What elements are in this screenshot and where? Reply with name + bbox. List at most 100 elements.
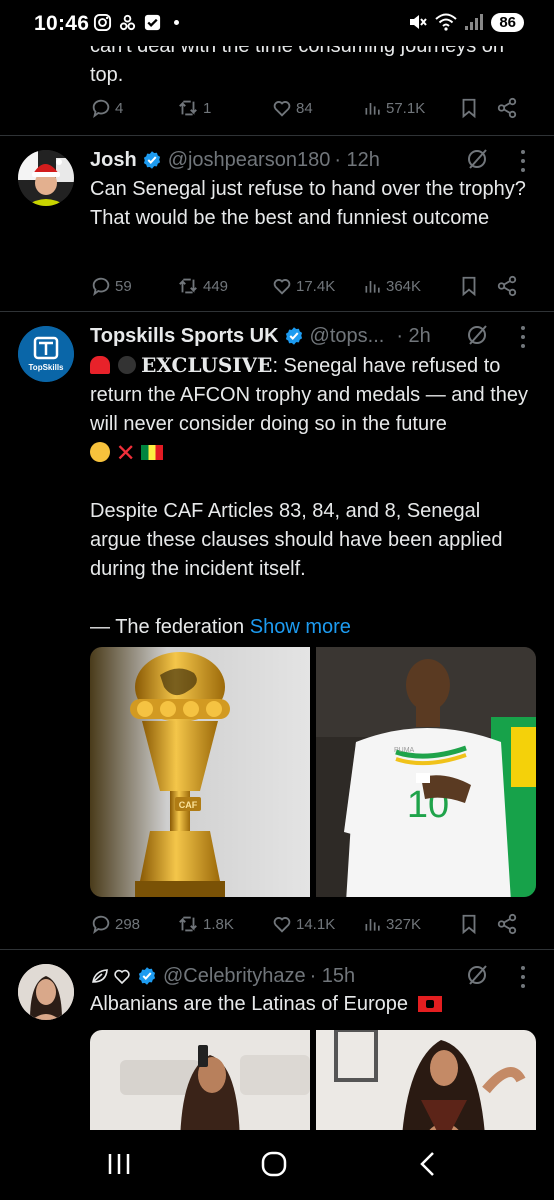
android-nav-bar bbox=[0, 1130, 554, 1200]
avatar[interactable] bbox=[18, 964, 74, 1020]
exclusive-label: EXCLUSIVE bbox=[141, 353, 273, 377]
author-name[interactable]: Topskills Sports UK bbox=[90, 325, 279, 348]
avatar-image bbox=[18, 964, 74, 1020]
bookmark-button[interactable] bbox=[458, 97, 496, 119]
avatar[interactable] bbox=[18, 150, 74, 206]
retweet-button[interactable]: 1 bbox=[176, 97, 271, 119]
bookmark-button[interactable] bbox=[458, 913, 496, 935]
retweet-button[interactable]: 449 bbox=[176, 275, 271, 297]
heart-icon bbox=[273, 279, 291, 295]
tweet-time[interactable]: · 15h bbox=[310, 965, 356, 988]
signal-icon bbox=[465, 14, 484, 30]
wifi-icon bbox=[435, 13, 457, 31]
reply-count: 4 bbox=[115, 99, 124, 117]
share-button[interactable] bbox=[496, 275, 518, 297]
reply-icon bbox=[92, 915, 110, 935]
reply-button[interactable]: 298 bbox=[90, 913, 176, 935]
media-image-player[interactable]: 10 PUMA bbox=[316, 647, 536, 897]
grok-icon[interactable] bbox=[465, 963, 489, 987]
like-button[interactable]: 14.1K bbox=[271, 913, 363, 935]
more-icon[interactable] bbox=[520, 150, 526, 172]
like-count: 14.1K bbox=[296, 915, 336, 933]
divider bbox=[0, 949, 554, 950]
recents-button-icon[interactable] bbox=[106, 1150, 132, 1178]
divider bbox=[0, 311, 554, 312]
views-count: 57.1K bbox=[386, 99, 426, 117]
notification-icons bbox=[93, 13, 179, 32]
tweet-text: Can Senegal just refuse to hand over the… bbox=[90, 178, 526, 229]
author-handle[interactable]: @joshpearson180 bbox=[168, 149, 331, 172]
bomb-emoji-icon bbox=[117, 356, 136, 374]
verified-badge-icon bbox=[285, 327, 302, 345]
tweet-text-p3: — The federation bbox=[90, 616, 245, 638]
status-time: 10:46 bbox=[34, 12, 90, 35]
reply-count: 59 bbox=[115, 277, 132, 295]
retweet-icon bbox=[179, 100, 197, 116]
views-button[interactable]: 327K bbox=[363, 913, 458, 935]
views-icon bbox=[365, 103, 380, 115]
status-bar: 10:46 86 bbox=[0, 0, 554, 46]
jersey-brand: PUMA bbox=[394, 747, 415, 754]
verified-badge-icon bbox=[138, 967, 156, 985]
share-icon bbox=[497, 913, 517, 935]
views-count: 364K bbox=[386, 277, 422, 295]
share-icon bbox=[497, 275, 517, 297]
more-icon[interactable] bbox=[520, 966, 526, 988]
media-image-trophy[interactable]: CAF bbox=[90, 647, 310, 897]
retweet-icon bbox=[179, 916, 197, 932]
reply-button[interactable]: 4 bbox=[90, 97, 176, 119]
bookmark-icon bbox=[462, 98, 476, 119]
siren-emoji-icon bbox=[90, 356, 110, 374]
retweet-count: 449 bbox=[203, 277, 229, 295]
retweet-button[interactable]: 1.8K bbox=[176, 913, 271, 935]
views-icon bbox=[365, 281, 380, 293]
author-handle[interactable]: @tops... bbox=[310, 325, 385, 348]
tweet-text: EXCLUSIVE: Senegal have refused to retur… bbox=[90, 351, 534, 642]
avatar[interactable]: TopSkills bbox=[18, 326, 74, 382]
share-button[interactable] bbox=[496, 913, 518, 935]
like-button[interactable]: 84 bbox=[271, 97, 363, 119]
divider bbox=[0, 135, 554, 136]
avatar-image bbox=[18, 150, 74, 206]
tweet-text-row: Albanians are the Latinas of Europe bbox=[90, 990, 534, 1019]
tweet-actions: 4 1 84 57.1K bbox=[90, 96, 530, 120]
instagram-icon bbox=[93, 13, 112, 32]
retweet-icon bbox=[179, 278, 197, 294]
grok-icon[interactable] bbox=[465, 323, 489, 347]
threads-icon bbox=[119, 14, 136, 31]
reply-icon bbox=[92, 277, 110, 297]
grok-icon[interactable] bbox=[465, 147, 489, 171]
trophy-label: CAF bbox=[179, 800, 198, 810]
views-button[interactable]: 57.1K bbox=[363, 97, 458, 119]
author-name[interactable]: Josh bbox=[90, 149, 137, 172]
battery-indicator: 86 bbox=[491, 12, 524, 32]
like-count: 84 bbox=[296, 99, 313, 117]
albania-flag-icon bbox=[417, 996, 442, 1012]
senegal-flag-icon bbox=[141, 445, 164, 460]
reply-button[interactable]: 59 bbox=[90, 275, 176, 297]
tweet-header: @Celebrityhaze · 15h bbox=[90, 962, 530, 990]
tweet-text: Albanians are the Latinas of Europe bbox=[90, 993, 408, 1015]
show-more-link[interactable]: Show more bbox=[250, 616, 351, 638]
tweet-time[interactable]: · 12h bbox=[334, 149, 380, 172]
author-name-icons[interactable] bbox=[90, 966, 132, 986]
avatar-logo-text: TopSkills bbox=[29, 363, 65, 372]
tweet-time[interactable]: · 2h bbox=[396, 325, 430, 348]
share-button[interactable] bbox=[496, 97, 518, 119]
reply-count: 298 bbox=[115, 915, 141, 933]
author-handle[interactable]: @Celebrityhaze bbox=[163, 965, 306, 988]
tweet-header: Josh @joshpearson180 · 12h bbox=[90, 146, 530, 174]
tweet-header: Topskills Sports UK @tops... · 2h bbox=[90, 322, 530, 350]
heart-icon bbox=[273, 917, 291, 933]
views-icon bbox=[365, 919, 380, 931]
leaf-icon bbox=[92, 969, 108, 983]
bookmark-button[interactable] bbox=[458, 275, 496, 297]
status-right: 86 bbox=[407, 12, 524, 32]
mute-icon bbox=[410, 15, 428, 29]
views-button[interactable]: 364K bbox=[363, 275, 458, 297]
tweet-text-p2: Despite CAF Articles 83, 84, and 8, Sene… bbox=[90, 500, 503, 580]
like-button[interactable]: 17.4K bbox=[271, 275, 363, 297]
back-button-icon[interactable] bbox=[418, 1150, 438, 1178]
home-button-icon[interactable] bbox=[260, 1150, 288, 1178]
more-icon[interactable] bbox=[520, 326, 526, 348]
